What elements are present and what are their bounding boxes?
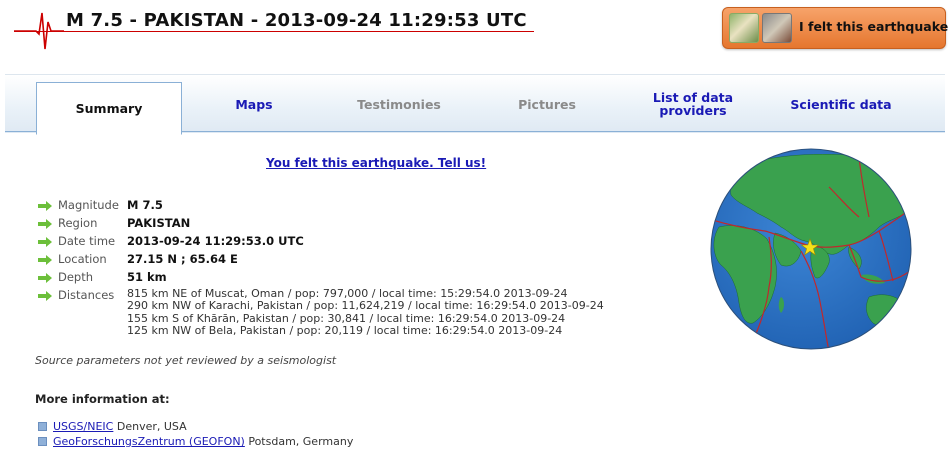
- tab-scientific-data[interactable]: Scientific data: [773, 75, 909, 133]
- tab-bar: Summary Maps Testimonies Pictures List o…: [5, 74, 945, 135]
- geofon-link[interactable]: GeoForschungsZentrum (GEOFON): [53, 435, 245, 448]
- more-info-links: USGS/NEIC Denver, USA GeoForschungsZentr…: [38, 419, 353, 449]
- i-felt-earthquake-button[interactable]: I felt this earthquake: [722, 7, 949, 49]
- map-thumbnail-icon: [729, 13, 759, 43]
- param-distances: Distances 815 km NE of Muscat, Oman / po…: [38, 287, 604, 338]
- param-label: Date time: [58, 234, 116, 248]
- photo-thumbnail-icon: [762, 13, 792, 43]
- list-item: GeoForschungsZentrum (GEOFON) Potsdam, G…: [38, 434, 353, 449]
- green-arrow-icon: [38, 237, 52, 247]
- tab-pictures: Pictures: [518, 96, 576, 112]
- source-note: Source parameters not yet reviewed by a …: [35, 354, 337, 367]
- green-arrow-icon: [38, 291, 52, 301]
- usgs-neic-link[interactable]: USGS/NEIC: [53, 420, 113, 433]
- tab-data-providers[interactable]: List of data providers: [641, 75, 745, 133]
- param-magnitude: Magnitude M 7.5: [38, 198, 604, 216]
- param-label: Location: [58, 252, 107, 266]
- list-item: USGS/NEIC Denver, USA: [38, 419, 353, 434]
- tell-us-link[interactable]: You felt this earthquake. Tell us!: [266, 156, 486, 170]
- event-parameters: Magnitude M 7.5 Region PAKISTAN Date tim…: [38, 198, 604, 338]
- param-value: 27.15 N ; 65.64 E: [127, 252, 238, 266]
- param-value: 51 km: [127, 270, 167, 284]
- link-description: Denver, USA: [113, 420, 187, 433]
- param-location: Location 27.15 N ; 65.64 E: [38, 252, 604, 270]
- more-info-heading: More information at:: [35, 392, 170, 406]
- param-value: PAKISTAN: [127, 216, 191, 230]
- param-label: Depth: [58, 270, 94, 284]
- distances-list: 815 km NE of Muscat, Oman / pop: 797,000…: [127, 287, 604, 338]
- page-title: M 7.5 - PAKISTAN - 2013-09-24 11:29:53 U…: [66, 10, 527, 31]
- param-date-time: Date time 2013-09-24 11:29:53.0 UTC: [38, 234, 604, 252]
- param-label: Distances: [58, 288, 115, 302]
- green-arrow-icon: [38, 273, 52, 283]
- bullet-icon: [38, 422, 47, 431]
- link-description: Potsdam, Germany: [244, 435, 354, 448]
- param-value: M 7.5: [127, 198, 163, 212]
- felt-button-label: I felt this earthquake: [799, 19, 949, 34]
- param-region: Region PAKISTAN: [38, 216, 604, 234]
- bullet-icon: [38, 437, 47, 446]
- distance-item: 125 km NW of Bela, Pakistan / pop: 20,11…: [127, 324, 563, 338]
- param-label: Region: [58, 216, 98, 230]
- param-depth: Depth 51 km: [38, 270, 604, 288]
- tab-summary[interactable]: Summary: [36, 82, 182, 135]
- param-value: 2013-09-24 11:29:53.0 UTC: [127, 234, 304, 248]
- tab-testimonies: Testimonies: [357, 96, 441, 112]
- green-arrow-icon: [38, 201, 52, 211]
- title-underline: [14, 31, 534, 32]
- green-arrow-icon: [38, 255, 52, 265]
- tab-maps[interactable]: Maps: [190, 75, 318, 133]
- epicenter-globe-map[interactable]: [709, 147, 913, 351]
- distance-item: 290 km NW of Karachi, Pakistan / pop: 11…: [127, 299, 604, 313]
- green-arrow-icon: [38, 219, 52, 229]
- param-label: Magnitude: [58, 198, 119, 212]
